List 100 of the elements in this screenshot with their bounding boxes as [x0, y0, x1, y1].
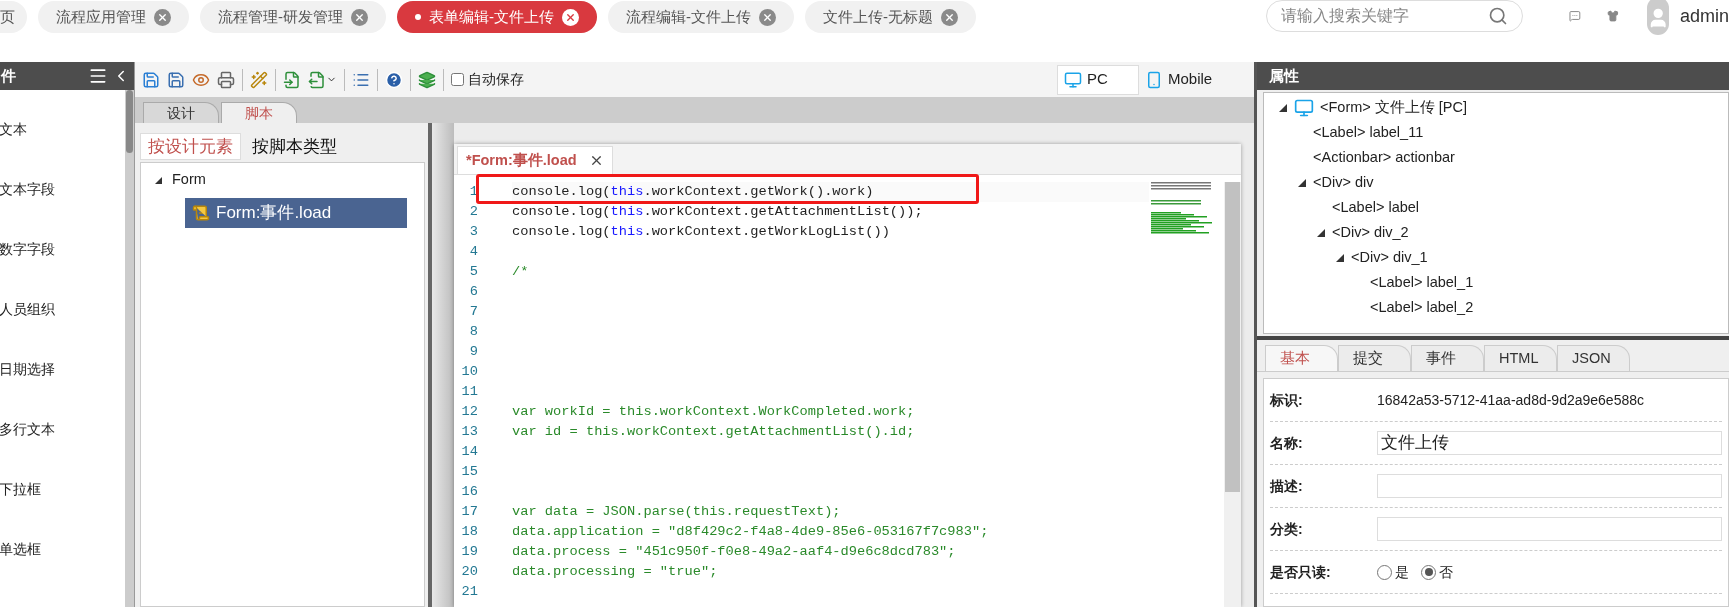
- monitor-icon: [1294, 97, 1314, 118]
- page-tab[interactable]: 表单编辑-文件上传: [397, 1, 597, 33]
- tab-label: 表单编辑-文件上传: [429, 6, 554, 27]
- line-number: 12: [460, 403, 478, 421]
- menu-icon[interactable]: [88, 66, 108, 86]
- save-icon[interactable]: [167, 70, 185, 89]
- input-field[interactable]: [1377, 474, 1722, 498]
- user-name[interactable]: admin: [1679, 3, 1729, 30]
- component-item[interactable]: 下拉框: [0, 479, 125, 499]
- field-label: 是否只读:: [1270, 562, 1332, 582]
- filter-tab[interactable]: 按脚本类型: [245, 133, 344, 160]
- line-number: 8: [468, 323, 478, 341]
- line-number: 6: [468, 283, 478, 301]
- tab-label: 流程应用管理: [56, 6, 146, 27]
- line-number: 11: [460, 383, 478, 401]
- panel-title: 属性: [1269, 65, 1299, 86]
- tab-label: 页: [0, 6, 15, 27]
- code-line: /*: [512, 264, 529, 279]
- view-toggle[interactable]: Mobile: [1139, 64, 1221, 95]
- code-line: data.application = "d8f429c2-f4a8-4de9-85e6-053167f7c983";: [512, 524, 989, 539]
- expanded-triangle-icon[interactable]: [155, 176, 162, 184]
- mode-tab[interactable]: 脚本: [221, 102, 297, 123]
- tree-node[interactable]: <Div> div_2: [1332, 221, 1409, 244]
- line-number: 17: [460, 503, 478, 521]
- export-icon: [308, 70, 326, 89]
- phone-icon: [1145, 70, 1163, 89]
- panel-title: 件: [1, 65, 16, 86]
- close-icon[interactable]: [562, 8, 579, 26]
- component-item[interactable]: 文本: [0, 119, 125, 139]
- page-tab[interactable]: 流程应用管理: [38, 1, 189, 33]
- tree-node[interactable]: <Form> 文件上传 [PC]: [1320, 96, 1468, 119]
- expanded-triangle-icon[interactable]: [1336, 253, 1344, 262]
- tree-node[interactable]: <Label> label_2: [1370, 296, 1474, 319]
- import-icon[interactable]: [283, 70, 301, 89]
- property-tab[interactable]: JSON: [1557, 345, 1630, 371]
- tree-node[interactable]: <Label> label_1: [1370, 271, 1474, 294]
- code-line: data.processing = "true";: [512, 564, 718, 579]
- export-dropdown[interactable]: [308, 70, 337, 89]
- save-icon[interactable]: [142, 70, 160, 89]
- page-tab[interactable]: 文件上传-无标题: [805, 1, 976, 33]
- code-line: console.log(this.workContext.getWork().work): [512, 184, 874, 199]
- mode-tab[interactable]: 设计: [143, 102, 219, 123]
- wand-icon[interactable]: [250, 70, 268, 89]
- line-number: 18: [460, 523, 478, 541]
- scrollbar-thumb[interactable]: [1225, 182, 1240, 492]
- line-number: 15: [460, 463, 478, 481]
- property-tab[interactable]: HTML: [1484, 345, 1557, 371]
- line-number: 4: [468, 243, 478, 261]
- component-item[interactable]: 多行文本: [0, 419, 125, 439]
- tree-node[interactable]: Form: [170, 169, 208, 191]
- line-number: 2: [468, 203, 478, 221]
- component-item[interactable]: 单选框: [0, 539, 125, 559]
- autosave-checkbox[interactable]: [451, 73, 464, 86]
- help-icon[interactable]: [385, 70, 403, 89]
- component-item[interactable]: 数字字段: [0, 239, 125, 259]
- component-item[interactable]: 文本字段: [0, 179, 125, 199]
- field-label: 名称:: [1270, 433, 1304, 453]
- field-label: 分类:: [1270, 519, 1304, 539]
- input-field[interactable]: 文件上传: [1377, 431, 1722, 455]
- expanded-triangle-icon[interactable]: [1317, 228, 1325, 237]
- page-tab[interactable]: 页: [0, 1, 27, 33]
- search-input[interactable]: 请输入搜索关键字: [1281, 4, 1488, 28]
- editor-tab[interactable]: *Form:事件.load: [457, 146, 613, 174]
- line-number: 7: [468, 303, 478, 321]
- input-field[interactable]: [1377, 517, 1722, 541]
- page-tab[interactable]: 流程编辑-文件上传: [608, 1, 794, 33]
- component-item[interactable]: 日期选择: [0, 359, 125, 379]
- code-line: var workId = this.workContext.WorkCompleted.work;: [512, 404, 915, 419]
- line-number: 9: [468, 343, 478, 361]
- line-number: 21: [460, 583, 478, 601]
- tree-node[interactable]: <Label> label_11: [1313, 121, 1424, 144]
- line-number: 3: [468, 223, 478, 241]
- radio-button[interactable]: [1421, 564, 1436, 580]
- expanded-triangle-icon[interactable]: [1298, 178, 1306, 187]
- search-icon[interactable]: [1488, 6, 1508, 26]
- printer-icon[interactable]: [217, 70, 235, 89]
- tree-node[interactable]: <Actionbar> actionbar: [1313, 146, 1455, 169]
- radio-button[interactable]: [1377, 564, 1392, 580]
- splitter-bar[interactable]: [432, 123, 454, 607]
- layers-icon[interactable]: [418, 70, 436, 89]
- line-number: 20: [460, 563, 478, 581]
- component-item[interactable]: 人员组织: [0, 299, 125, 319]
- line-number: 10: [460, 363, 478, 381]
- filter-tab[interactable]: 按设计元素: [140, 133, 241, 160]
- tree-node[interactable]: <Div> div: [1313, 171, 1374, 194]
- property-tab[interactable]: 基本: [1265, 345, 1338, 371]
- field-value: 16842a53-5712-41aa-ad8d-9d2a9e6e588c: [1377, 390, 1645, 410]
- page-tab[interactable]: 流程管理-研发管理: [200, 1, 386, 33]
- line-number: 16: [460, 483, 478, 501]
- property-tab[interactable]: 事件: [1411, 345, 1484, 371]
- monitor-icon: [1064, 70, 1082, 89]
- scrollbar-thumb[interactable]: [126, 90, 133, 153]
- radio-label: 是: [1395, 562, 1409, 582]
- expanded-triangle-icon[interactable]: [1279, 103, 1287, 112]
- view-toggle[interactable]: PC: [1057, 64, 1139, 95]
- property-tab[interactable]: 提交: [1338, 345, 1411, 371]
- tree-node[interactable]: <Div> div_1: [1351, 246, 1428, 269]
- tab-label: 文件上传-无标题: [823, 6, 933, 27]
- script-item[interactable]: Form:事件.load: [185, 198, 407, 228]
- tree-node[interactable]: <Label> label: [1332, 196, 1420, 219]
